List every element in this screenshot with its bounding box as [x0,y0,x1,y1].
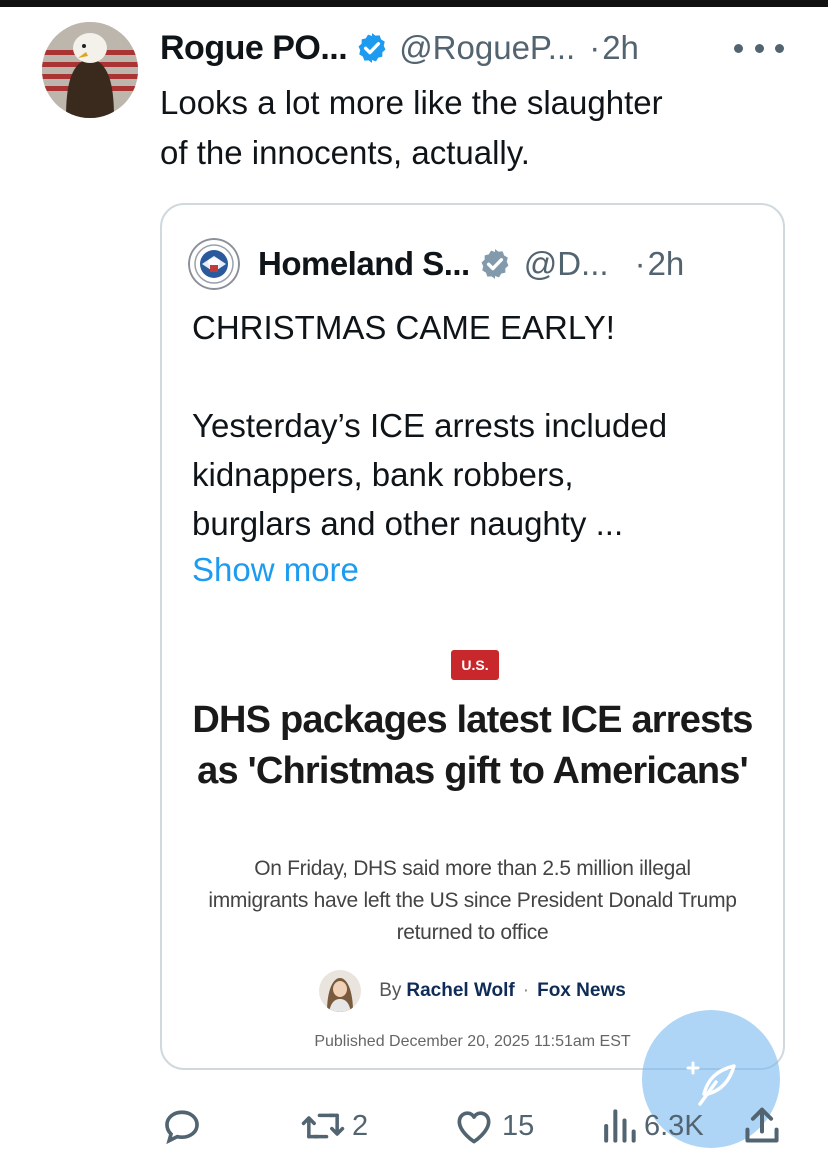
verified-badge-icon[interactable] [355,31,389,65]
quoted-author-handle[interactable]: @D... [524,245,609,283]
quoted-text-line: CHRISTMAS CAME EARLY! [192,309,615,346]
byline-separator: · [522,980,530,1001]
article-subheadline: On Friday, DHS said more than 2.5 millio… [208,857,737,944]
quoted-tweet-header: Homeland S... @D... · 2h [188,238,768,290]
author-handle[interactable]: @RogueP... [399,29,575,67]
more-options-icon[interactable] [734,38,784,58]
byline-author: Rachel Wolf [406,980,515,1001]
article-byline: By Rachel Wolf · Fox News [162,967,783,1015]
eagle-avatar-icon [42,22,138,118]
quoted-text-line: kidnappers, bank robbers, [192,456,574,493]
author-portrait-icon [319,970,362,1012]
quoted-timestamp[interactable]: 2h [648,245,685,283]
author-name[interactable]: Rogue PO... [160,29,348,68]
section-badge: U.S. [451,650,499,680]
retweet-count: 2 [352,1109,369,1142]
like-count: 15 [502,1109,535,1142]
tweet-timestamp[interactable]: 2h [602,29,639,67]
quoted-text-line: Yesterday’s ICE arrests included [192,407,668,444]
reply-button[interactable] [160,1098,210,1154]
tweet-text: Looks a lot more like the slaughter of t… [160,78,800,178]
share-icon [745,1107,779,1143]
views-count: 6.3K [644,1109,704,1142]
article-headline: DHS packages latest ICE arrests as 'Chri… [192,699,753,792]
share-button[interactable] [742,1098,782,1154]
heart-icon [457,1111,491,1144]
quoted-tweet-card[interactable]: Homeland S... @D... · 2h CHRISTMAS CAME … [160,203,785,1070]
author-avatar[interactable] [42,22,138,118]
views-button[interactable]: 6.3K [600,1098,704,1154]
top-edge-bar [0,0,828,7]
byline-outlet: Fox News [537,980,626,1001]
quoted-author-name[interactable]: Homeland S... [258,245,470,283]
dhs-seal-icon [188,238,240,290]
quoted-tweet-text: CHRISTMAS CAME EARLY! Yesterday’s ICE ar… [192,303,762,548]
verified-badge-gray-icon[interactable] [478,247,512,281]
tweet-text-line: Looks a lot more like the slaughter [160,84,663,121]
quoted-header-separator: · [634,245,646,282]
views-chart-icon [604,1109,636,1143]
header-separator: · [589,29,601,66]
tweet-text-line: of the innocents, actually. [160,134,530,171]
dhs-seal-avatar[interactable] [188,238,240,290]
reply-icon [165,1110,199,1145]
like-button[interactable]: 15 [452,1098,534,1154]
retweet-icon [301,1113,345,1139]
byline-prefix: By [379,980,402,1001]
tweet-header: Rogue PO... @RogueP... · 2h [160,24,810,72]
author-photo [319,970,362,1012]
show-more-link[interactable]: Show more [192,545,359,594]
tweet-action-bar: 2 15 6.3K [0,1098,828,1154]
quoted-text-line: burglars and other naughty ... [192,505,624,542]
retweet-button[interactable]: 2 [300,1098,368,1154]
